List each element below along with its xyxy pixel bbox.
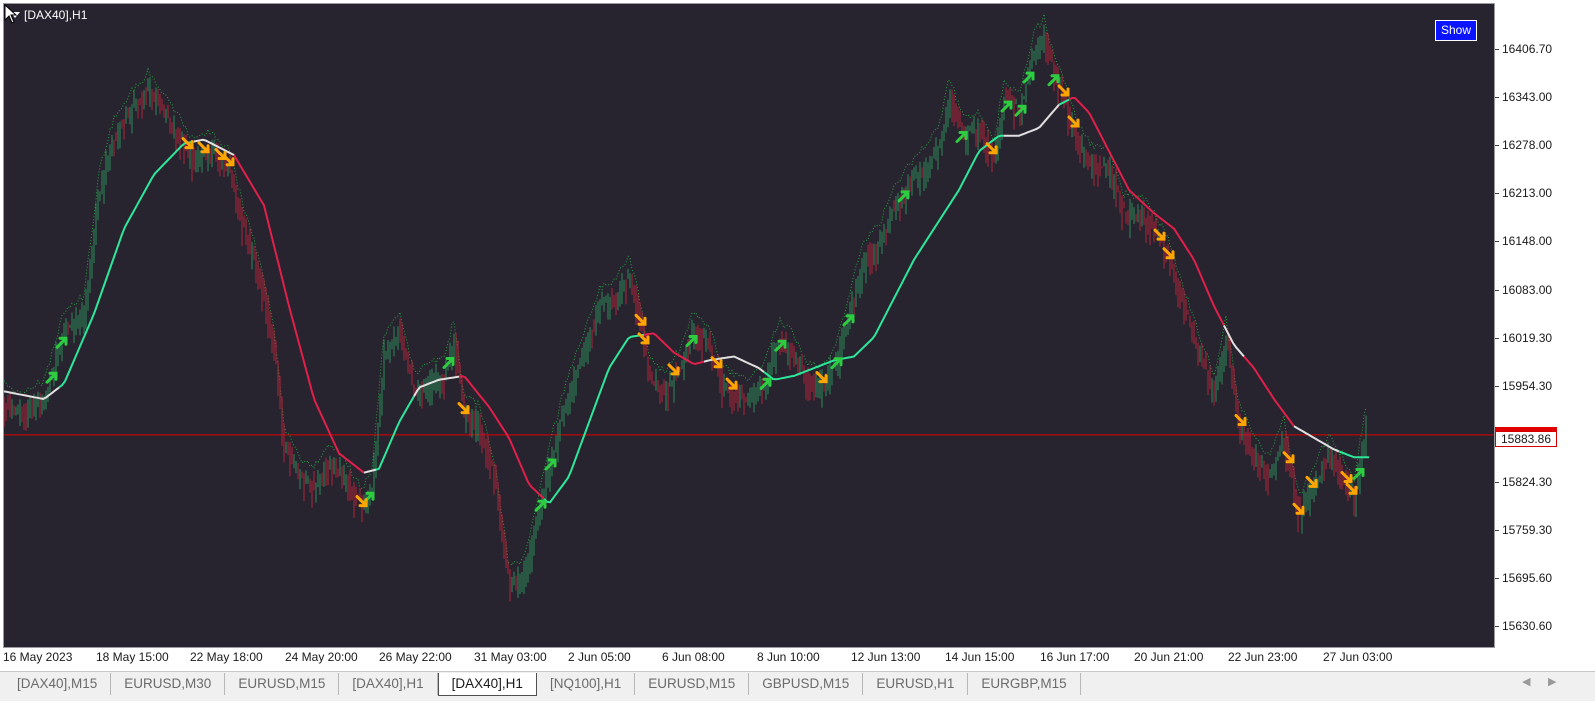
- time-axis-label: 31 May 03:00: [474, 650, 547, 664]
- time-axis-label: 14 Jun 15:00: [945, 650, 1015, 664]
- price-axis-label: 15954.30: [1494, 379, 1553, 393]
- tab[interactable]: EURUSD,M15: [635, 673, 750, 695]
- buy-arrow-glyph: [45, 371, 58, 384]
- chart-tabs: [DAX40],M15 EURUSD,M30 EURUSD,M15 [DAX40],H…: [4, 673, 1081, 696]
- envelope-upper-line: [4, 13, 1367, 566]
- buy-arrow-glyph: [955, 131, 968, 143]
- show-button[interactable]: Show: [1435, 20, 1477, 41]
- price-axis-label: 16019.30: [1494, 331, 1553, 345]
- current-price-tag: 15883.86: [1495, 431, 1557, 447]
- bottom-strip: [0, 701, 1595, 713]
- tab[interactable]: [NQ100],H1: [537, 673, 636, 695]
- buy-arrow-glyph: [1000, 100, 1013, 113]
- time-axis-label: 2 Jun 05:00: [568, 650, 631, 664]
- price-axis: 16406.70 16343.00 16278.00 16213.00 16148.00…: [1494, 3, 1595, 648]
- price-chart: [4, 13, 1494, 602]
- mouse-cursor-icon: [4, 4, 18, 24]
- price-axis-label: 16343.00: [1494, 90, 1553, 104]
- moving-average-up-segment: [543, 333, 645, 504]
- tabs-scroll-right-icon[interactable]: ▶: [1548, 675, 1556, 688]
- tab[interactable]: EURUSD,M15: [225, 673, 340, 695]
- price-axis-label: 16406.70: [1494, 42, 1553, 56]
- buy-arrow-icon: [955, 131, 968, 143]
- tab[interactable]: [DAX40],M15: [4, 673, 112, 695]
- sell-arrow-glyph: [1057, 84, 1070, 97]
- tabs-scroll-left-icon[interactable]: ◀: [1522, 675, 1530, 688]
- price-axis-label: 15759.30: [1494, 523, 1553, 537]
- time-axis-label: 22 May 18:00: [190, 650, 263, 664]
- moving-average-flat-segment: [1223, 325, 1245, 358]
- chart-plot-area[interactable]: [DAX40],H1 Show: [3, 3, 1495, 648]
- tab[interactable]: EURUSD,H1: [863, 673, 969, 695]
- price-axis-label: 15630.60: [1494, 619, 1553, 633]
- time-axis-label: 22 Jun 23:00: [1228, 650, 1298, 664]
- price-axis-label: 16083.00: [1494, 283, 1553, 297]
- price-axis-label: 16213.00: [1494, 186, 1553, 200]
- tab[interactable]: EURGBP,M15: [968, 673, 1081, 695]
- time-axis-label: 20 Jun 21:00: [1134, 650, 1204, 664]
- time-axis-label: 27 Jun 03:00: [1323, 650, 1393, 664]
- time-axis-label: 26 May 22:00: [379, 650, 452, 664]
- moving-average-down-segment: [233, 154, 365, 474]
- time-axis: 16 May 2023 18 May 15:00 22 May 18:00 24 Ma…: [0, 648, 1495, 670]
- moving-average-down-segment: [1243, 355, 1295, 427]
- chart-window: [DAX40],H1 Show 16406.70 16343.00 16278.00…: [0, 0, 1595, 683]
- tab[interactable]: GBPUSD,M15: [749, 673, 864, 695]
- time-axis-label: 8 Jun 10:00: [757, 650, 820, 664]
- chart-tabs-bar: [DAX40],M15 EURUSD,M30 EURUSD,M15 [DAX40],H…: [0, 671, 1595, 702]
- price-axis-label: 15824.30: [1494, 475, 1553, 489]
- moving-average-up-segment: [763, 134, 1004, 381]
- chart-symbol-title[interactable]: [DAX40],H1: [10, 8, 87, 22]
- moving-average-up-segment: [58, 140, 195, 389]
- moving-average-down-segment: [1068, 97, 1225, 326]
- time-axis-label: 18 May 15:00: [96, 650, 169, 664]
- price-axis-label: 16148.00: [1494, 234, 1553, 248]
- buy-arrow-icon: [45, 371, 58, 384]
- price-axis-label: 16278.00: [1494, 138, 1553, 152]
- time-axis-label: 24 May 20:00: [285, 650, 358, 664]
- sell-arrow-glyph: [222, 154, 235, 167]
- time-axis-label: 12 Jun 13:00: [851, 650, 921, 664]
- symbol-title-text: [DAX40],H1: [24, 8, 88, 22]
- time-axis-label: 16 May 2023: [3, 650, 73, 664]
- moving-average-flat-segment: [1004, 104, 1060, 137]
- time-axis-label: 16 Jun 17:00: [1040, 650, 1110, 664]
- price-axis-label: 15695.60: [1494, 571, 1553, 585]
- moving-average-flat-segment: [4, 386, 60, 400]
- tab[interactable]: EURUSD,M30: [111, 673, 226, 695]
- sell-arrow-icon: [222, 154, 235, 167]
- time-axis-label: 6 Jun 08:00: [662, 650, 725, 664]
- tab[interactable]: [DAX40],H1: [339, 673, 438, 695]
- sell-arrow-icon: [1057, 84, 1070, 97]
- tab-active[interactable]: [DAX40],H1: [437, 673, 537, 696]
- buy-arrow-icon: [1000, 100, 1013, 113]
